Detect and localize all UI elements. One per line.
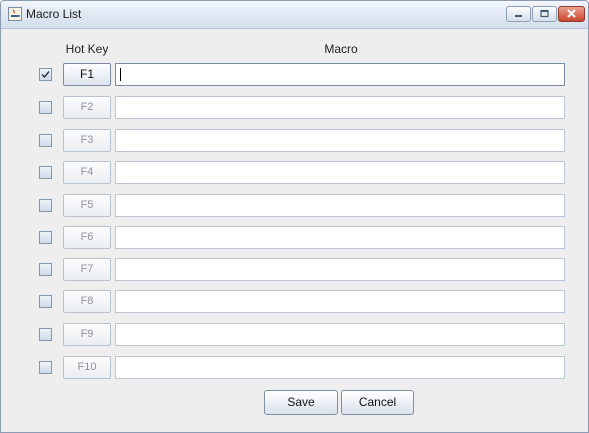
- hotkey-button-f5[interactable]: F5: [63, 194, 111, 217]
- macro-input-f4[interactable]: [115, 161, 565, 184]
- hotkey-column-header: Hot Key: [65, 42, 109, 56]
- save-button[interactable]: Save: [264, 390, 338, 415]
- macro-row-f6: F6: [1, 226, 588, 252]
- cancel-button[interactable]: Cancel: [341, 390, 414, 415]
- hotkey-button-f10[interactable]: F10: [63, 356, 111, 379]
- close-icon: [567, 9, 576, 18]
- macro-input-f5[interactable]: [115, 194, 565, 217]
- macro-input-f3[interactable]: [115, 129, 565, 152]
- macro-input-f2[interactable]: [115, 96, 565, 119]
- macro-row-f8: F8: [1, 290, 588, 316]
- enable-checkbox[interactable]: [39, 68, 52, 81]
- minimize-icon: [515, 15, 522, 17]
- macro-input-f10[interactable]: [115, 356, 565, 379]
- java-app-icon: [8, 7, 22, 21]
- enable-checkbox[interactable]: [39, 328, 52, 341]
- text-caret: [120, 68, 121, 81]
- macro-row-f3: F3: [1, 129, 588, 155]
- close-button[interactable]: [558, 6, 585, 22]
- macro-input-f8[interactable]: [115, 290, 565, 313]
- hotkey-button-f6[interactable]: F6: [63, 226, 111, 249]
- title-bar[interactable]: Macro List: [1, 1, 588, 29]
- macro-list-window: Macro List Hot Key Macro F1 F2 F3 F4 F5 …: [0, 0, 589, 433]
- enable-checkbox[interactable]: [39, 361, 52, 374]
- enable-checkbox[interactable]: [39, 166, 52, 179]
- hotkey-button-f8[interactable]: F8: [63, 290, 111, 313]
- checkmark-icon: [41, 71, 50, 79]
- macro-input-f7[interactable]: [115, 258, 565, 281]
- macro-row-f9: F9: [1, 323, 588, 349]
- macro-input-f6[interactable]: [115, 226, 565, 249]
- hotkey-button-f4[interactable]: F4: [63, 161, 111, 184]
- macro-row-f2: F2: [1, 96, 588, 122]
- macro-row-f4: F4: [1, 161, 588, 187]
- window-title: Macro List: [26, 7, 82, 21]
- macro-row-f5: F5: [1, 194, 588, 220]
- hotkey-button-f3[interactable]: F3: [63, 129, 111, 152]
- minimize-button[interactable]: [506, 6, 531, 22]
- maximize-icon: [540, 9, 549, 18]
- enable-checkbox[interactable]: [39, 231, 52, 244]
- enable-checkbox[interactable]: [39, 199, 52, 212]
- maximize-button[interactable]: [532, 6, 557, 22]
- enable-checkbox[interactable]: [39, 134, 52, 147]
- hotkey-button-f7[interactable]: F7: [63, 258, 111, 281]
- hotkey-button-f9[interactable]: F9: [63, 323, 111, 346]
- enable-checkbox[interactable]: [39, 101, 52, 114]
- hotkey-button-f2[interactable]: F2: [63, 96, 111, 119]
- macro-input-f1[interactable]: [115, 63, 565, 86]
- hotkey-button-f1[interactable]: F1: [63, 63, 111, 86]
- enable-checkbox[interactable]: [39, 295, 52, 308]
- enable-checkbox[interactable]: [39, 263, 52, 276]
- macro-row-f7: F7: [1, 258, 588, 284]
- macro-input-f9[interactable]: [115, 323, 565, 346]
- macro-row-f10: F10: [1, 356, 588, 382]
- macro-row-f1: F1: [1, 63, 588, 89]
- macro-column-header: Macro: [324, 42, 358, 56]
